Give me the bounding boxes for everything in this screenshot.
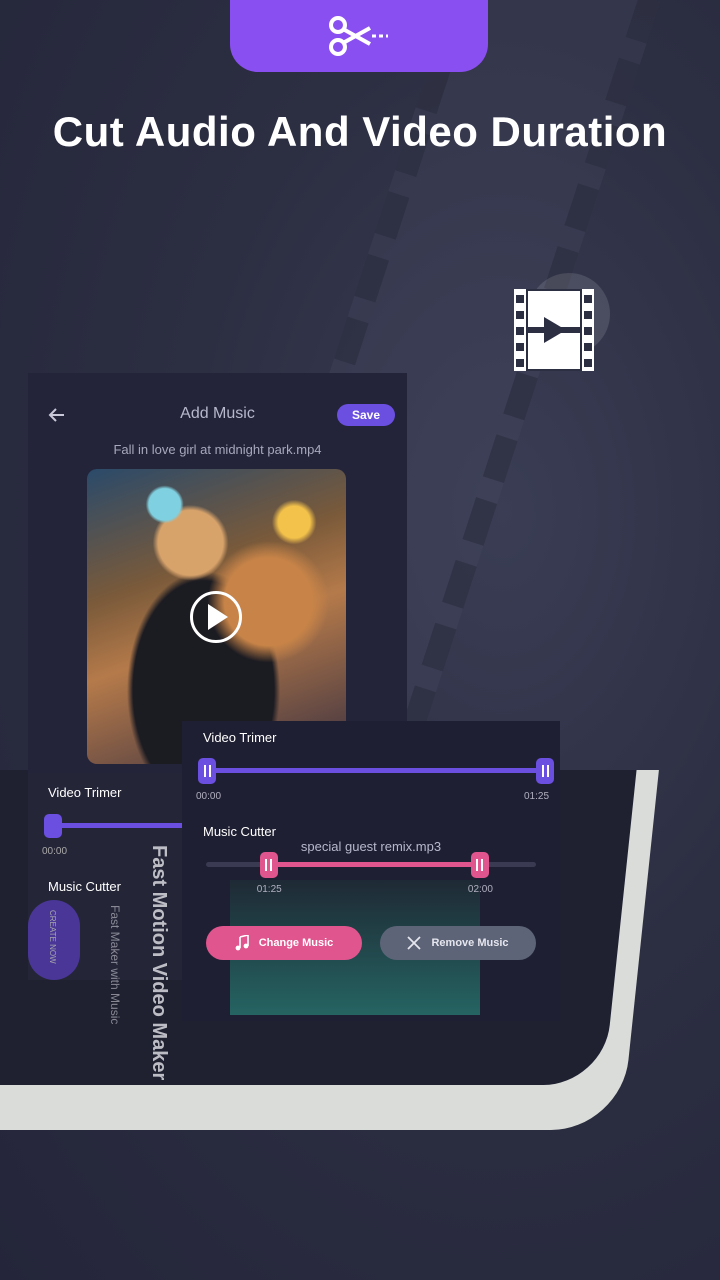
background-trim-handle [44,814,62,838]
music-note-icon [235,935,249,951]
music-cut-selection [268,862,480,867]
background-start-time: 00:00 [42,846,68,857]
music-cut-end-handle[interactable] [470,852,489,878]
video-end-time: 01:25 [524,791,550,802]
change-music-label: Change Music [258,937,334,949]
video-start-time: 00:00 [196,791,222,802]
music-end-time: 02:00 [467,884,493,895]
background-create-button: CREATE NOW [28,900,80,980]
background-video-trimmer-label: Video Trimer [48,785,122,800]
remove-music-button[interactable]: Remove Music [380,926,536,960]
video-trim-start-handle[interactable] [198,758,216,784]
music-cutter-label: Music Cutter [203,824,276,839]
headline: Cut Audio And Video Duration [52,108,668,155]
play-icon [208,604,228,630]
background-app-tagline: Fast Maker with Music [108,905,122,1025]
close-icon [407,936,422,950]
remove-music-label: Remove Music [431,937,509,949]
change-music-button[interactable]: Change Music [206,926,362,960]
video-trim-end-handle[interactable] [536,758,554,784]
background-music-cutter-label: Music Cutter [48,879,121,894]
video-trim-track[interactable] [206,768,544,773]
background-create-label: CREATE NOW [48,910,57,964]
background-trim-track [46,823,186,828]
scissors-icon [329,16,388,56]
video-filename: Fall in love girl at midnight park.mp4 [113,442,322,457]
music-cut-start-handle[interactable] [259,852,278,878]
save-button[interactable]: Save [337,404,395,426]
video-trimmer-label: Video Trimer [203,730,277,745]
top-badge [230,0,488,72]
background-app-name: Fast Motion Video Maker [148,845,170,1081]
music-start-time: 01:25 [256,884,282,895]
film-play-icon [514,289,594,371]
music-track-name: special guest remix.mp3 [300,839,442,854]
